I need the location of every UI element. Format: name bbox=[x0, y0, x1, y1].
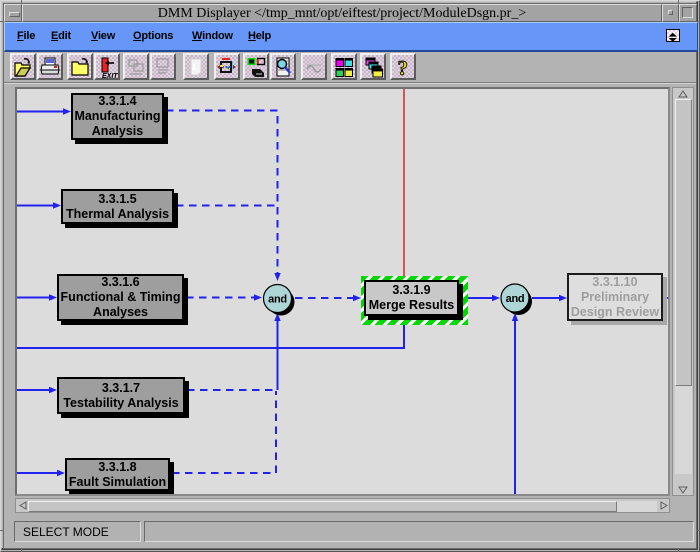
svg-text:EXIT: EXIT bbox=[102, 73, 118, 80]
svg-text:and: and bbox=[506, 293, 525, 305]
svg-text:?: ? bbox=[398, 56, 409, 80]
svg-text:and: and bbox=[268, 294, 287, 306]
